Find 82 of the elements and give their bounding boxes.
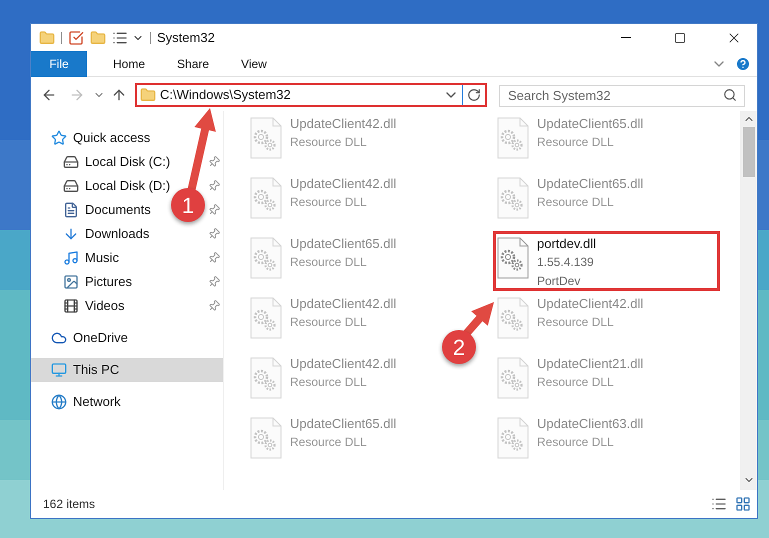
- file-detail: Resource DLL: [537, 374, 615, 391]
- help-icon[interactable]: [735, 56, 751, 72]
- minimize-icon: [621, 37, 631, 38]
- file-name: UpdateClient65.dll: [537, 175, 644, 193]
- file-detail: Resource DLL: [537, 314, 615, 331]
- file-name: UpdateClient65.dll: [290, 415, 396, 433]
- settings-file-icon: [497, 177, 529, 219]
- window-title: System32: [157, 28, 215, 47]
- file-detail: Resource DLL: [537, 194, 615, 211]
- cloud-icon: [51, 330, 67, 346]
- settings-file-icon: [497, 237, 529, 279]
- file-detail: PortDev: [537, 273, 582, 290]
- file-name: UpdateClient65.dll: [290, 235, 396, 253]
- star-icon: [51, 130, 67, 146]
- sidebar-item[interactable]: Videos: [31, 294, 131, 318]
- drive-icon: [63, 178, 79, 194]
- music-note-icon: [63, 250, 79, 266]
- refresh-icon[interactable]: [467, 88, 481, 102]
- file-detail: Resource DLL: [290, 194, 368, 211]
- file-detail: Resource DLL: [290, 134, 368, 151]
- picture-icon: [63, 274, 79, 290]
- film-icon: [63, 298, 79, 314]
- annotation-arrow: [462, 302, 494, 337]
- file-name: UpdateClient42.dll: [290, 295, 396, 313]
- settings-file-icon: [497, 117, 529, 159]
- sidebar-item[interactable]: Local Disk (C:): [31, 150, 176, 174]
- ribbon-tab[interactable]: File: [31, 50, 87, 76]
- folder-icon: [140, 87, 156, 103]
- file-name: UpdateClient65.dll: [537, 115, 644, 133]
- file-detail: Resource DLL: [290, 314, 368, 331]
- file-detail: Resource DLL: [290, 374, 368, 391]
- up-icon[interactable]: [111, 87, 127, 103]
- drive-icon: [63, 154, 79, 170]
- document-icon: [63, 202, 79, 218]
- file-name: UpdateClient42.dll: [537, 295, 644, 313]
- sidebar-item[interactable]: Downloads: [31, 222, 156, 246]
- network-icon: [51, 394, 67, 410]
- scrollbar[interactable]: [740, 111, 757, 490]
- sidebar-item[interactable]: Quick access: [31, 126, 223, 150]
- settings-file-icon: [250, 177, 282, 219]
- sidebar-item[interactable]: Documents: [31, 198, 157, 222]
- settings-file-icon: [497, 417, 529, 459]
- file-name: UpdateClient42.dll: [290, 175, 396, 193]
- file-name: UpdateClient42.dll: [290, 355, 396, 373]
- file-detail: Resource DLL: [290, 434, 368, 451]
- maximize-icon: [674, 32, 686, 44]
- sidebar-item[interactable]: This PC: [31, 358, 223, 382]
- settings-file-icon: [250, 297, 282, 339]
- item-count: 162 items: [43, 496, 96, 513]
- file-name: UpdateClient63.dll: [537, 415, 644, 433]
- ribbon-tab[interactable]: Share: [161, 50, 226, 76]
- settings-file-icon: [497, 297, 529, 339]
- address-path: C:\Windows\System32: [160, 86, 292, 104]
- properties-icon[interactable]: [68, 30, 84, 46]
- search-icon[interactable]: [723, 88, 737, 102]
- file-name: portdev.dll: [537, 235, 596, 253]
- settings-file-icon: [250, 237, 282, 279]
- settings-file-icon: [250, 357, 282, 399]
- settings-file-icon: [250, 417, 282, 459]
- file-detail: Resource DLL: [290, 254, 368, 271]
- settings-file-icon: [250, 117, 282, 159]
- file-name: UpdateClient42.dll: [290, 115, 396, 133]
- search-field[interactable]: Search System32: [499, 84, 745, 106]
- monitor-icon: [51, 362, 67, 378]
- file-name: UpdateClient21.dll: [537, 355, 644, 373]
- settings-file-icon: [497, 357, 529, 399]
- scrollbar-thumb[interactable]: [742, 127, 754, 177]
- sidebar-item[interactable]: Pictures: [31, 270, 138, 294]
- address-bar[interactable]: C:\Windows\System32: [135, 83, 487, 107]
- file-detail: 1.55.4.139: [537, 254, 595, 271]
- back-icon[interactable]: [41, 87, 57, 103]
- large-icons-view-icon[interactable]: [735, 496, 751, 512]
- ribbon-tab[interactable]: View: [225, 50, 283, 76]
- sidebar-item[interactable]: OneDrive: [31, 326, 223, 350]
- file-item[interactable]: portdev.dll 1.55.4.139 PortDev: [493, 231, 720, 291]
- file-detail: Resource DLL: [537, 134, 615, 151]
- layout-icon[interactable]: [112, 30, 128, 46]
- file-detail: Resource DLL: [537, 434, 615, 451]
- sidebar-item[interactable]: Music: [31, 246, 125, 270]
- sidebar-item[interactable]: Network: [31, 390, 223, 414]
- details-view-icon[interactable]: [711, 496, 727, 512]
- ribbon-tab[interactable]: Home: [97, 50, 162, 76]
